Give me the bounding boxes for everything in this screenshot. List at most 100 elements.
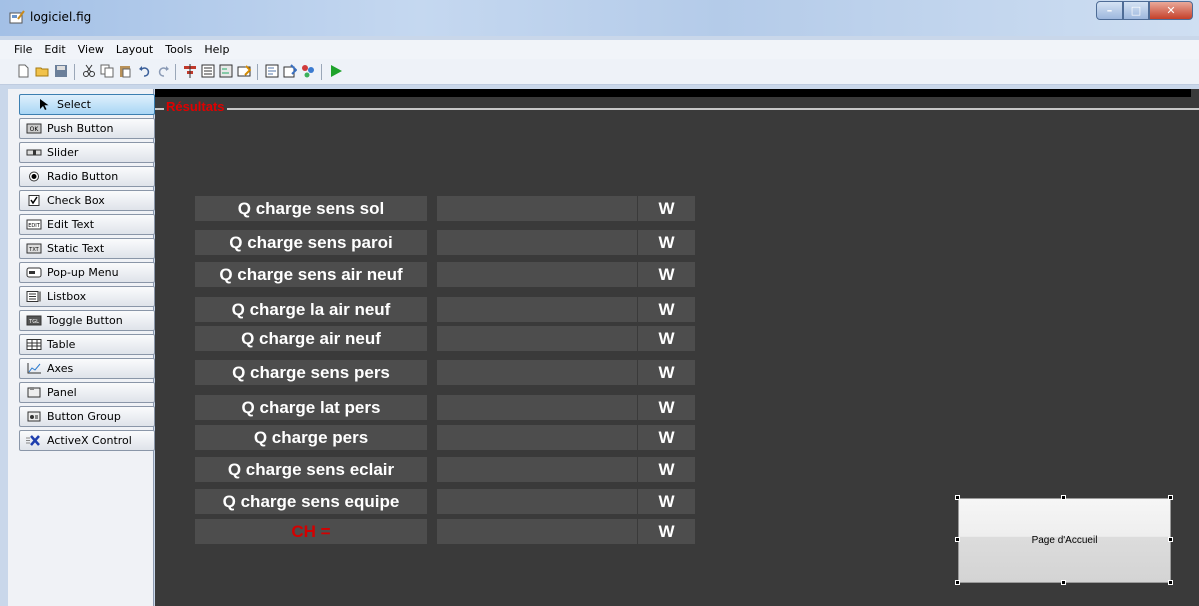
- tab-order-icon[interactable]: [219, 64, 233, 78]
- palette-popup-menu[interactable]: Pop-up Menu: [19, 262, 155, 283]
- result-value-field[interactable]: [437, 326, 637, 351]
- menu-layout[interactable]: Layout: [110, 40, 159, 59]
- property-inspector-icon[interactable]: [283, 64, 297, 78]
- palette-panel[interactable]: Panel: [19, 382, 155, 403]
- close-icon: ✕: [1166, 4, 1176, 17]
- home-page-button[interactable]: Page d'Accueil: [958, 498, 1171, 583]
- palette-table[interactable]: Table: [19, 334, 155, 355]
- palette-edit-text[interactable]: EDIT Edit Text: [19, 214, 155, 235]
- result-unit: W: [638, 297, 695, 322]
- edit-text-icon: EDIT: [26, 219, 42, 230]
- palette-push-button[interactable]: OK Push Button: [19, 118, 155, 139]
- menu-editor-icon[interactable]: [201, 64, 215, 78]
- total-value-field[interactable]: [437, 519, 637, 544]
- menu-view[interactable]: View: [72, 40, 110, 59]
- design-canvas[interactable]: Résultats Q charge sens sol W Q charge s…: [155, 89, 1199, 606]
- result-unit: W: [638, 395, 695, 420]
- result-value-field[interactable]: [437, 425, 637, 450]
- palette-select[interactable]: Select: [19, 94, 155, 115]
- result-label: Q charge sens equipe: [195, 489, 427, 514]
- resize-handle[interactable]: [1168, 580, 1173, 585]
- run-icon[interactable]: [329, 64, 343, 78]
- toolbar-separator: [175, 64, 176, 80]
- open-folder-icon[interactable]: [35, 64, 49, 78]
- menu-help[interactable]: Help: [198, 40, 235, 59]
- maximize-button[interactable]: □: [1123, 1, 1149, 20]
- object-browser-icon[interactable]: [301, 64, 315, 78]
- save-icon[interactable]: [54, 64, 68, 78]
- toolbar-editor-icon[interactable]: [237, 64, 251, 78]
- slider-icon: [26, 149, 42, 156]
- palette-label: Select: [57, 98, 91, 111]
- result-value-field[interactable]: [437, 395, 637, 420]
- redo-icon[interactable]: [156, 64, 170, 78]
- result-value-field[interactable]: [437, 297, 637, 322]
- result-unit: W: [638, 262, 695, 287]
- minimize-icon: –: [1106, 4, 1113, 17]
- palette-toggle-button[interactable]: TGL Toggle Button: [19, 310, 155, 331]
- palette-label: Panel: [47, 386, 77, 399]
- cut-icon[interactable]: [82, 64, 96, 78]
- resize-handle[interactable]: [1168, 495, 1173, 500]
- copy-icon[interactable]: [100, 64, 114, 78]
- resize-handle[interactable]: [1168, 537, 1173, 542]
- palette-static-text[interactable]: TXT Static Text: [19, 238, 155, 259]
- close-button[interactable]: ✕: [1149, 1, 1193, 20]
- result-label: Q charge sens air neuf: [195, 262, 427, 287]
- result-label: Q charge air neuf: [195, 326, 427, 351]
- resize-handle[interactable]: [955, 495, 960, 500]
- result-value-field[interactable]: [437, 457, 637, 482]
- resize-handle[interactable]: [1061, 495, 1066, 500]
- component-palette: Select OK Push Button Slider Radio Butto…: [8, 89, 155, 606]
- result-label: Q charge pers: [195, 425, 427, 450]
- arrow-cursor-icon: [40, 99, 49, 110]
- toolbar-separator: [321, 64, 322, 80]
- palette-activex-control[interactable]: ActiveX Control: [19, 430, 155, 451]
- radio-icon: [29, 171, 39, 182]
- resize-handle[interactable]: [1061, 580, 1066, 585]
- popup-menu-icon: [26, 267, 42, 278]
- result-unit: W: [638, 489, 695, 514]
- result-label: Q charge lat pers: [195, 395, 427, 420]
- palette-axes[interactable]: Axes: [19, 358, 155, 379]
- palette-label: Radio Button: [47, 170, 119, 183]
- palette-check-box[interactable]: Check Box: [19, 190, 155, 211]
- palette-radio-button[interactable]: Radio Button: [19, 166, 155, 187]
- result-label: Q charge sens paroi: [195, 230, 427, 255]
- activex-icon: [26, 435, 40, 446]
- new-file-icon[interactable]: [16, 64, 30, 78]
- palette-label: Slider: [47, 146, 79, 159]
- menu-edit[interactable]: Edit: [38, 40, 71, 59]
- result-unit: W: [638, 230, 695, 255]
- result-value-field[interactable]: [437, 196, 637, 221]
- palette-button-group[interactable]: Button Group: [19, 406, 155, 427]
- palette-slider[interactable]: Slider: [19, 142, 155, 163]
- total-label: CH =: [195, 519, 427, 544]
- table-icon: [26, 339, 42, 350]
- svg-text:TXT: TXT: [28, 247, 39, 253]
- panel-icon: [27, 387, 41, 398]
- result-value-field[interactable]: [437, 262, 637, 287]
- palette-label: ActiveX Control: [47, 434, 132, 447]
- resize-handle[interactable]: [955, 580, 960, 585]
- undo-icon[interactable]: [138, 64, 152, 78]
- result-value-field[interactable]: [437, 489, 637, 514]
- align-icon[interactable]: [183, 64, 197, 78]
- window-title: logiciel.fig: [30, 10, 92, 24]
- guide-window: logiciel.fig – □ ✕ File Edit View Layout…: [0, 0, 1199, 606]
- paste-icon[interactable]: [118, 64, 132, 78]
- resize-handle[interactable]: [955, 537, 960, 542]
- toolbar-separator: [74, 64, 75, 80]
- palette-listbox[interactable]: Listbox: [19, 286, 155, 307]
- listbox-icon: [26, 291, 41, 302]
- results-panel-title: Résultats: [164, 99, 227, 114]
- minimize-button[interactable]: –: [1096, 1, 1123, 20]
- result-unit: W: [638, 457, 695, 482]
- toolbar-separator: [257, 64, 258, 80]
- menu-tools[interactable]: Tools: [159, 40, 198, 59]
- result-value-field[interactable]: [437, 230, 637, 255]
- result-value-field[interactable]: [437, 360, 637, 385]
- menu-file[interactable]: File: [8, 40, 38, 59]
- palette-label: Axes: [47, 362, 74, 375]
- editor-icon[interactable]: [265, 64, 279, 78]
